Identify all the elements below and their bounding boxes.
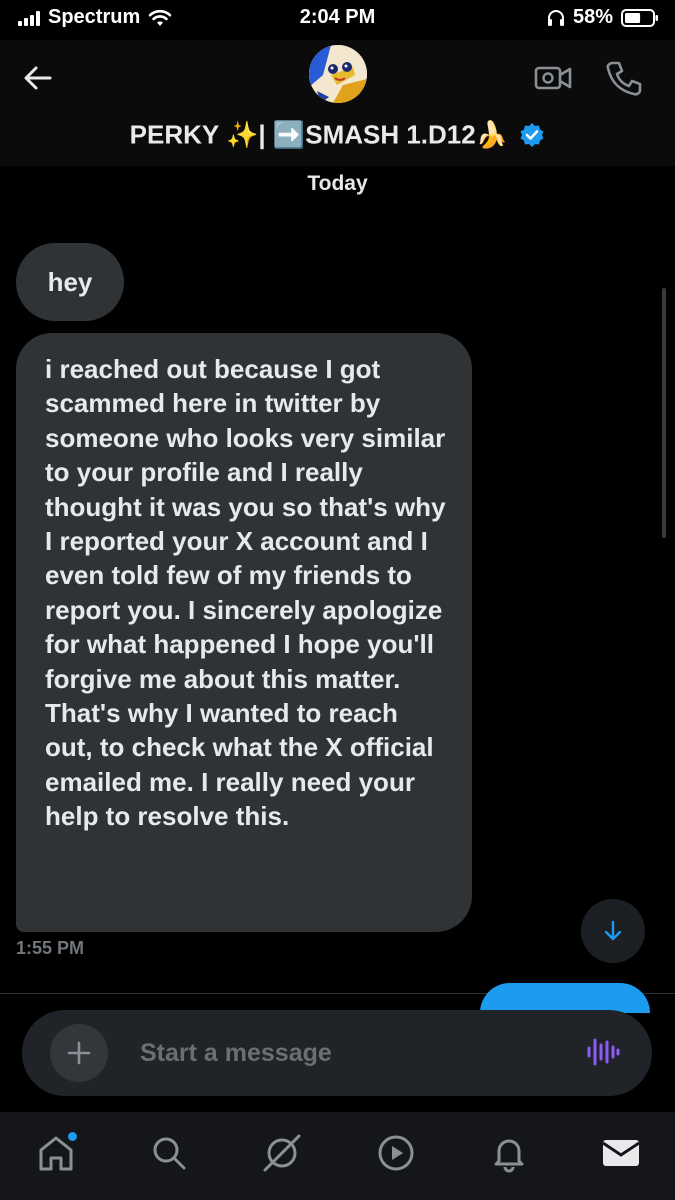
message-bubble-received[interactable]: i reached out because I got scammed here… <box>16 333 472 932</box>
status-right: 58% <box>547 6 659 29</box>
arrow-down-icon <box>604 920 622 941</box>
voice-waveform-icon[interactable] <box>585 1034 621 1070</box>
voice-call-button[interactable] <box>604 58 644 98</box>
nav-messages[interactable] <box>598 1130 644 1176</box>
conversation-title[interactable]: PERKY ✨| ➡️SMASH 1.D12🍌 <box>0 118 675 151</box>
message-input[interactable] <box>140 1036 560 1070</box>
avatar-image <box>309 45 367 103</box>
back-button[interactable] <box>20 60 56 96</box>
nav-grok[interactable] <box>259 1130 305 1176</box>
message-bubble-sent[interactable] <box>480 983 650 1013</box>
message-composer <box>22 1010 652 1096</box>
grok-icon <box>263 1134 301 1172</box>
scroll-to-bottom-button[interactable] <box>581 899 645 963</box>
bottom-navigation <box>0 1112 675 1200</box>
message-timestamp: 1:55 PM <box>16 938 85 958</box>
bell-icon <box>494 1139 524 1173</box>
nav-video[interactable] <box>373 1130 419 1176</box>
message-bubble-received[interactable]: hey <box>16 243 124 321</box>
nav-search[interactable] <box>146 1130 192 1176</box>
video-call-button[interactable] <box>533 58 573 98</box>
conversation-header: PERKY ✨| ➡️SMASH 1.D12🍌 <box>0 40 675 166</box>
nav-home[interactable] <box>33 1130 79 1176</box>
notification-dot <box>68 1132 77 1141</box>
avatar[interactable] <box>309 45 367 103</box>
plus-icon <box>67 1041 91 1065</box>
nav-notifications[interactable] <box>486 1130 532 1176</box>
headphones-icon <box>547 9 564 26</box>
contact-name: PERKY ✨| ➡️SMASH 1.D12🍌 <box>129 119 509 150</box>
search-icon <box>153 1137 186 1170</box>
battery-percent: 58% <box>572 6 613 28</box>
video-play-icon <box>378 1135 414 1171</box>
battery-icon <box>621 8 658 27</box>
date-separator: Today <box>307 172 368 195</box>
status-bar: Spectrum 2:04 PM 58% <box>0 0 675 40</box>
scrollbar[interactable] <box>662 288 666 538</box>
verified-badge-icon <box>520 123 544 148</box>
add-media-button[interactable] <box>50 1024 108 1082</box>
mail-icon <box>602 1140 640 1166</box>
